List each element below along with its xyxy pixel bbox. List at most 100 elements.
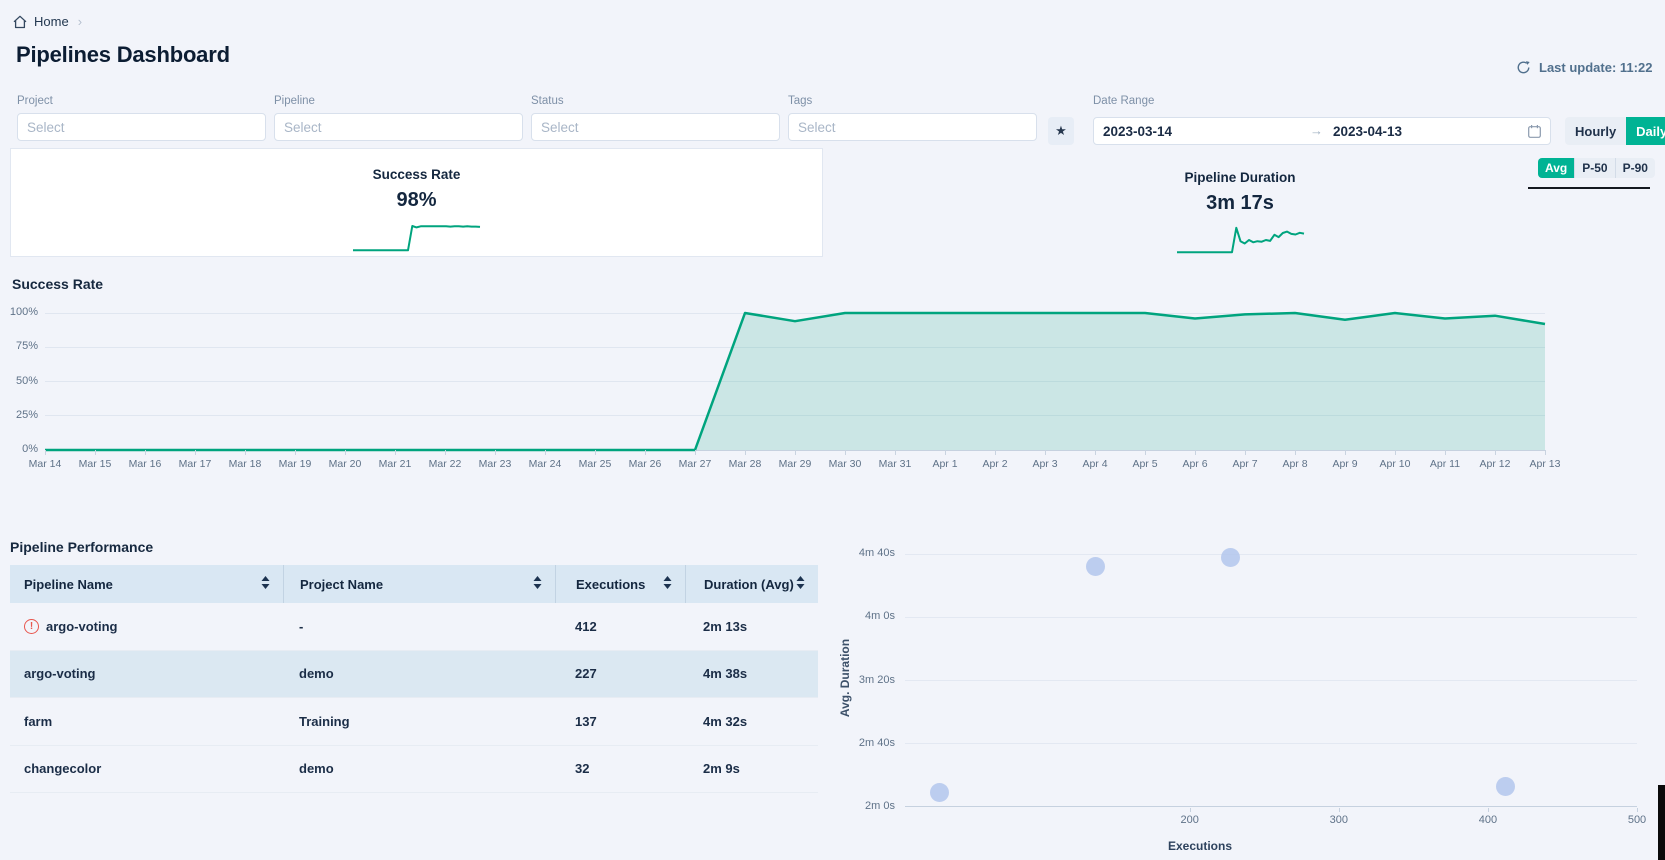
pipeline-duration-kpi: Pipeline Duration 3m 17s: [1140, 152, 1340, 257]
x-axis-label: Apr 12: [1480, 458, 1511, 470]
scatter-point[interactable]: [1496, 777, 1515, 796]
tags-select[interactable]: [788, 113, 1037, 141]
axis-tick: [695, 450, 696, 455]
x-axis-label: Mar 20: [329, 458, 362, 470]
favorite-star-button[interactable]: ★: [1048, 117, 1074, 145]
scatter-point[interactable]: [930, 783, 949, 802]
tags-label: Tags: [788, 95, 1037, 107]
x-axis-label: Apr 5: [1132, 458, 1157, 470]
cell-project-name: -: [283, 619, 555, 634]
sort-icon[interactable]: [533, 576, 542, 592]
x-axis-label: Mar 21: [379, 458, 412, 470]
axis-tick: [1637, 808, 1638, 812]
pipeline-performance-table: Pipeline Name Project Name Executions Du…: [10, 565, 818, 793]
success-rate-kpi-card: Success Rate 98%: [10, 148, 823, 257]
axis-tick: [795, 450, 796, 455]
pipeline-name-text: argo-voting: [46, 619, 118, 634]
axis-tick: [595, 450, 596, 455]
axis-tick: [1339, 808, 1340, 812]
pipeline-select[interactable]: [274, 113, 523, 141]
p50-button[interactable]: P-50: [1574, 158, 1614, 178]
table-row[interactable]: farmTraining1374m 32s: [10, 698, 818, 746]
granularity-toggle: Hourly Daily: [1565, 117, 1665, 145]
x-axis-label: Mar 22: [429, 458, 462, 470]
hourly-button[interactable]: Hourly: [1565, 117, 1626, 145]
scatter-x-axis-title: Executions: [1120, 839, 1280, 853]
axis-tick: [1495, 450, 1496, 455]
project-select[interactable]: [17, 113, 266, 141]
column-header-executions[interactable]: Executions: [555, 565, 685, 603]
avg-button[interactable]: Avg: [1538, 158, 1574, 178]
x-axis-label: Mar 31: [879, 458, 912, 470]
pipeline-duration-sparkline: [1177, 222, 1304, 257]
pipeline-duration-kpi-value: 3m 17s: [1206, 192, 1274, 215]
y-axis-label: 3m 20s: [859, 674, 895, 686]
axis-tick: [895, 450, 896, 455]
x-axis-label: Apr 13: [1530, 458, 1561, 470]
x-axis-label: 400: [1479, 814, 1497, 826]
pipeline-label: Pipeline: [274, 95, 523, 107]
breadcrumb-home-link[interactable]: Home: [34, 14, 69, 29]
x-axis-label: Mar 29: [779, 458, 812, 470]
breadcrumb[interactable]: Home ›: [13, 14, 82, 29]
axis-tick: [95, 450, 96, 455]
duration-mode-toggle: Avg P-50 P-90: [1538, 158, 1655, 178]
y-axis-label: 0%: [22, 443, 38, 455]
axis-tick: [945, 450, 946, 455]
axis-tick: [1045, 450, 1046, 455]
x-axis-label: Apr 9: [1332, 458, 1357, 470]
gridline: [905, 617, 1637, 618]
cell-pipeline-name: changecolor: [10, 761, 283, 776]
scatter-point[interactable]: [1086, 557, 1105, 576]
scatter-y-axis: 4m 40s4m 0s3m 20s2m 40s2m 0s: [737, 510, 895, 807]
daily-button[interactable]: Daily: [1626, 117, 1665, 145]
x-axis-label: Mar 17: [179, 458, 212, 470]
column-header-project-name[interactable]: Project Name: [283, 565, 555, 603]
p90-button[interactable]: P-90: [1615, 158, 1655, 178]
cell-pipeline-name: farm: [10, 714, 283, 729]
table-row[interactable]: changecolordemo322m 9s: [10, 746, 818, 794]
axis-tick: [1445, 450, 1446, 455]
column-header-pipeline-name[interactable]: Pipeline Name: [10, 565, 283, 603]
axis-tick: [545, 450, 546, 455]
axis-tick: [1295, 450, 1296, 455]
pipeline-duration-kpi-title: Pipeline Duration: [1184, 170, 1295, 185]
date-range-picker[interactable]: 2023-03-14 → 2023-04-13: [1093, 117, 1551, 145]
x-axis-label: Mar 23: [479, 458, 512, 470]
axis-tick: [1095, 450, 1096, 455]
cell-project-name: demo: [283, 761, 555, 776]
scrollbar-thumb[interactable]: [1658, 785, 1665, 860]
table-row[interactable]: !argo-voting-4122m 13s: [10, 603, 818, 651]
success-rate-area-chart: [45, 313, 1545, 450]
scatter-point[interactable]: [1221, 548, 1240, 567]
scatter-plot: [905, 510, 1637, 807]
x-axis-label: Apr 6: [1182, 458, 1207, 470]
x-axis-label: 300: [1330, 814, 1348, 826]
x-axis-label: Mar 16: [129, 458, 162, 470]
x-axis-label: 200: [1181, 814, 1199, 826]
x-axis-label: Apr 4: [1082, 458, 1107, 470]
x-axis-label: Apr 11: [1430, 458, 1460, 470]
sort-icon[interactable]: [663, 576, 672, 592]
sort-icon[interactable]: [261, 576, 270, 592]
x-axis-label: Apr 7: [1232, 458, 1257, 470]
axis-tick: [195, 450, 196, 455]
date-range-arrow-icon: →: [1310, 123, 1323, 138]
status-select[interactable]: [531, 113, 780, 141]
filter-project: Project: [17, 95, 266, 141]
project-label: Project: [17, 95, 266, 107]
last-update: Last update: 11:22: [1516, 60, 1652, 75]
date-range-end[interactable]: 2023-04-13: [1333, 124, 1402, 139]
y-axis-label: 75%: [16, 340, 38, 352]
axis-tick: [495, 450, 496, 455]
date-range-start[interactable]: 2023-03-14: [1103, 124, 1172, 139]
x-axis-label: Mar 14: [29, 458, 62, 470]
axis-tick: [1545, 450, 1546, 455]
table-row[interactable]: argo-votingdemo2274m 38s: [10, 651, 818, 699]
x-axis-label: Mar 18: [229, 458, 262, 470]
filter-tags: Tags: [788, 95, 1037, 141]
axis-tick: [645, 450, 646, 455]
duration-toggle-underline: [1528, 187, 1650, 189]
cell-project-name: Training: [283, 714, 555, 729]
refresh-icon[interactable]: [1516, 60, 1531, 75]
